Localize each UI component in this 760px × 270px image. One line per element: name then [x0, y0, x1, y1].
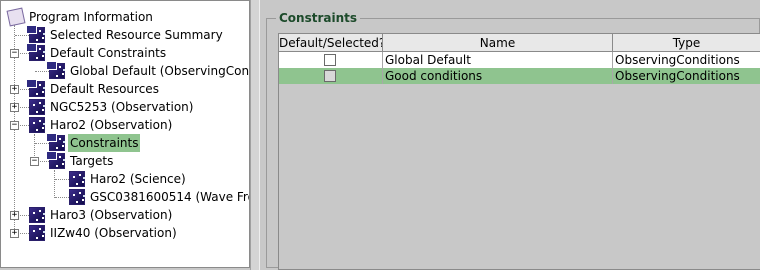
constraints-table: Default/Selected? Name Type Global Defau…: [278, 33, 760, 270]
tree-line: [15, 35, 29, 36]
constraints-panel: Constraints Default/Selected? Name Type …: [260, 0, 760, 270]
observation-icon: [29, 99, 45, 115]
tree-item-haro3[interactable]: Haro3 (Observation): [29, 206, 174, 224]
table-cell-type: ObservingConditions: [615, 69, 740, 83]
observation-icon: [26, 79, 45, 97]
tree-item-selected-resource-summary[interactable]: Selected Resource Summary: [26, 25, 225, 44]
tree-item-global-default[interactable]: Global Default (ObservingConditions): [46, 61, 250, 80]
observation-icon: [29, 207, 45, 223]
collapse-default-constraints[interactable]: −: [10, 49, 19, 58]
column-header-name[interactable]: Name: [383, 34, 613, 52]
tree-item-label: Global Default (ObservingConditions): [70, 64, 250, 78]
collapse-haro2[interactable]: −: [10, 121, 19, 130]
observation-icon: [46, 133, 65, 151]
split-pane-divider[interactable]: [250, 0, 260, 270]
observation-icon: [29, 225, 45, 241]
table-row[interactable]: Global Default ObservingConditions: [279, 52, 760, 68]
table-row[interactable]: Good conditions ObservingConditions: [279, 68, 760, 84]
program-info-icon: [6, 7, 26, 27]
tree-item-program-information[interactable]: Program Information: [6, 7, 155, 27]
tree-item-haro2[interactable]: Haro2 (Observation): [29, 116, 174, 134]
tree-item-targets[interactable]: Targets: [46, 151, 115, 170]
observation-icon: [26, 43, 45, 61]
tree-item-haro2-science[interactable]: Haro2 (Science): [69, 170, 188, 188]
tree-item-label: Haro3 (Observation): [50, 208, 173, 222]
tree-item-gsc0381600514[interactable]: GSC0381600514 (Wave Front Sensor): [69, 188, 249, 206]
tree-line: [54, 170, 55, 198]
tree-line: [55, 179, 69, 180]
default-checkbox[interactable]: [324, 70, 336, 82]
observation-icon: [46, 151, 65, 169]
expand-default-resources[interactable]: +: [10, 85, 19, 94]
tree-item-label: Selected Resource Summary: [50, 28, 223, 42]
tree-item-iizw40[interactable]: IIZw40 (Observation): [29, 224, 179, 242]
tree-item-label: Default Constraints: [50, 46, 167, 60]
column-header-default-selected[interactable]: Default/Selected?: [279, 34, 383, 52]
tree-item-default-resources[interactable]: Default Resources: [26, 79, 161, 98]
tree-line: [35, 71, 49, 72]
table-cell-name: Good conditions: [383, 68, 613, 84]
observation-icon: [29, 117, 45, 133]
tree-item-label: Targets: [70, 154, 114, 168]
default-checkbox[interactable]: [324, 54, 336, 66]
table-cell-default: [279, 52, 383, 68]
constraints-title: Constraints: [276, 11, 361, 25]
tree-line: [35, 143, 49, 144]
expand-ngc5253[interactable]: +: [10, 103, 19, 112]
table-cell-name: Global Default: [383, 52, 613, 68]
expand-iizw40[interactable]: +: [10, 229, 19, 238]
tree-item-constraints[interactable]: Constraints: [46, 133, 141, 152]
collapse-targets[interactable]: −: [30, 157, 39, 166]
expand-haro3[interactable]: +: [10, 211, 19, 220]
observation-icon: [26, 25, 45, 43]
table-cell-default: [279, 68, 383, 84]
tree-item-label: Program Information: [29, 10, 153, 24]
table-cell-type: ObservingConditions: [615, 53, 740, 67]
tree-line: [55, 197, 69, 198]
tree-item-label: GSC0381600514 (Wave Front Sensor): [90, 190, 249, 204]
tree-item-label: Haro2 (Science): [90, 172, 186, 186]
tree-item-label: Constraints: [68, 134, 141, 152]
tree-item-label: Haro2 (Observation): [50, 118, 173, 132]
tree-item-ngc5253[interactable]: NGC5253 (Observation): [29, 98, 195, 116]
observation-icon: [46, 61, 65, 79]
tree-item-label: NGC5253 (Observation): [50, 100, 194, 114]
tree-item-label: IIZw40 (Observation): [50, 226, 177, 240]
observation-icon: [69, 171, 85, 187]
observation-icon: [69, 189, 85, 205]
tree-item-default-constraints[interactable]: Default Constraints: [26, 43, 168, 62]
tree-item-label: Default Resources: [50, 82, 159, 96]
program-tree: − + + − − + + Program Information Select…: [0, 0, 250, 268]
column-header-type[interactable]: Type: [613, 34, 760, 52]
